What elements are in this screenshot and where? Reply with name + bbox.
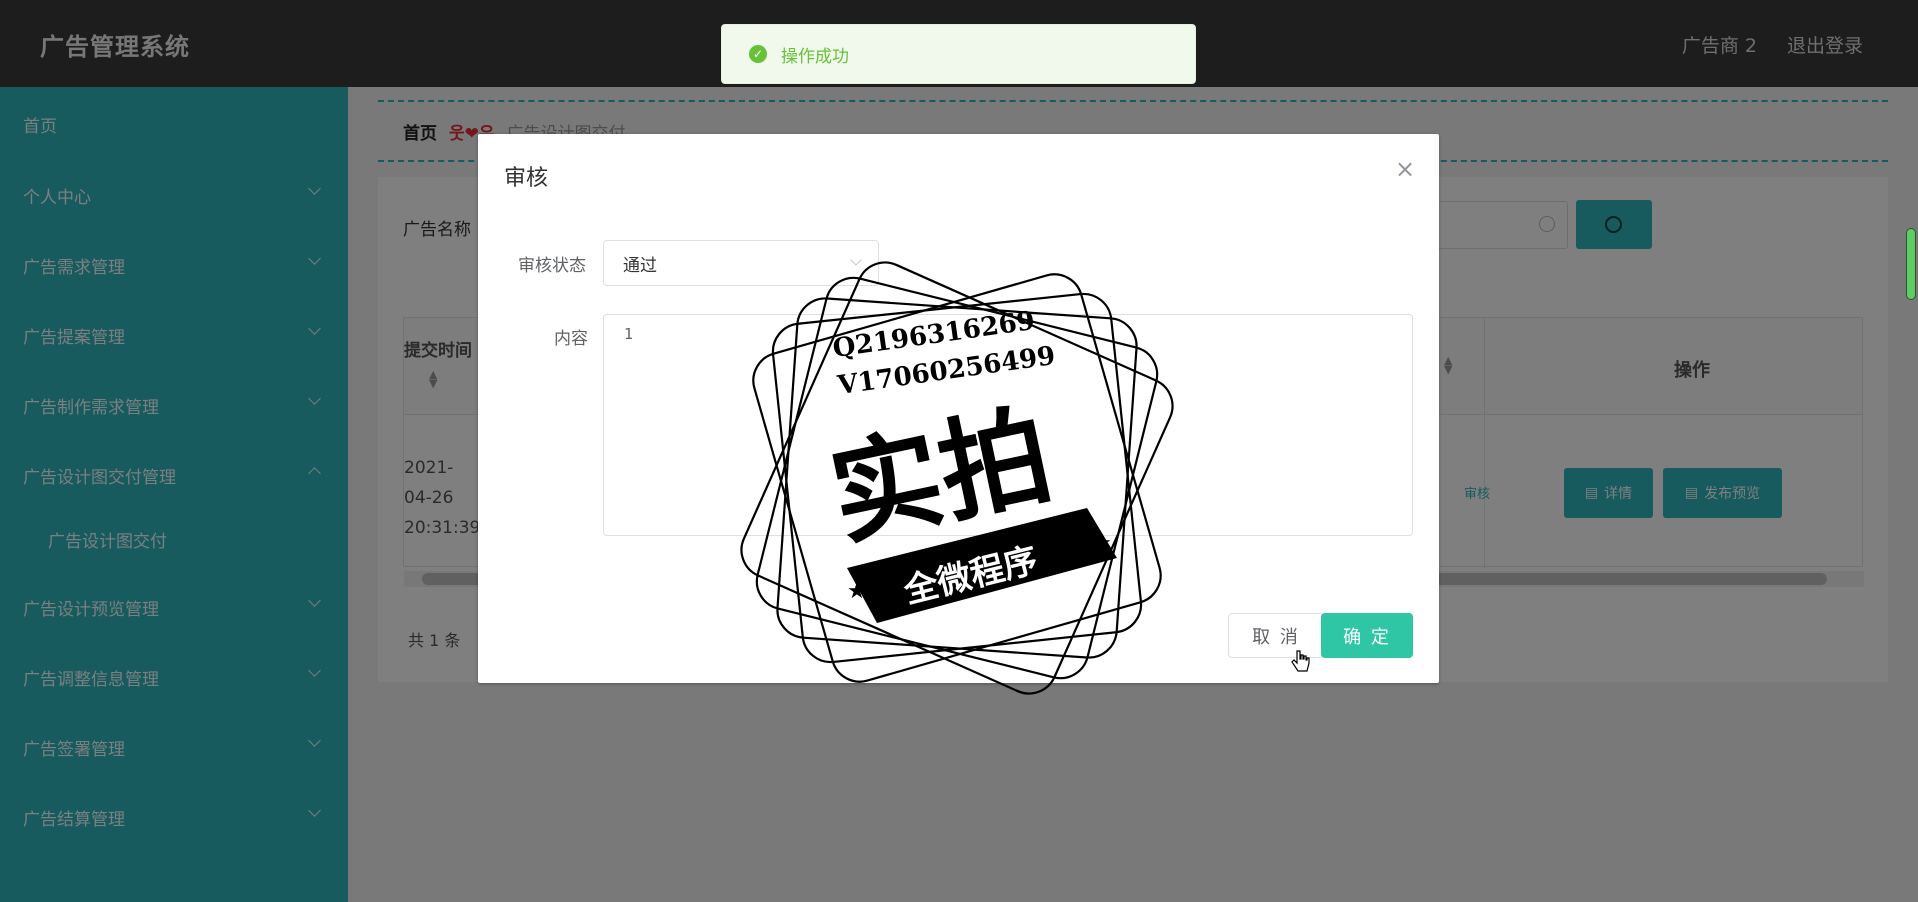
vertical-scrollbar[interactable] bbox=[1906, 228, 1916, 300]
close-icon[interactable]: × bbox=[1395, 157, 1415, 181]
watermark-stamp: ★ ★ Q2196316269 V17060256499 实拍 全微程序 bbox=[737, 258, 1177, 698]
check-circle-icon: ✓ bbox=[749, 45, 767, 63]
status-select-value: 通过 bbox=[623, 255, 657, 276]
star-icon: ★ bbox=[847, 579, 867, 604]
success-toast: ✓ 操作成功 bbox=[721, 24, 1196, 84]
dialog-title: 审核 bbox=[504, 166, 549, 191]
toast-message: 操作成功 bbox=[781, 46, 849, 67]
mouse-cursor-icon bbox=[1290, 649, 1312, 679]
status-label: 审核状态 bbox=[518, 256, 586, 276]
content-label: 内容 bbox=[554, 329, 588, 349]
star-icon: ★ bbox=[1092, 531, 1112, 556]
confirm-button[interactable]: 确 定 bbox=[1321, 613, 1413, 658]
